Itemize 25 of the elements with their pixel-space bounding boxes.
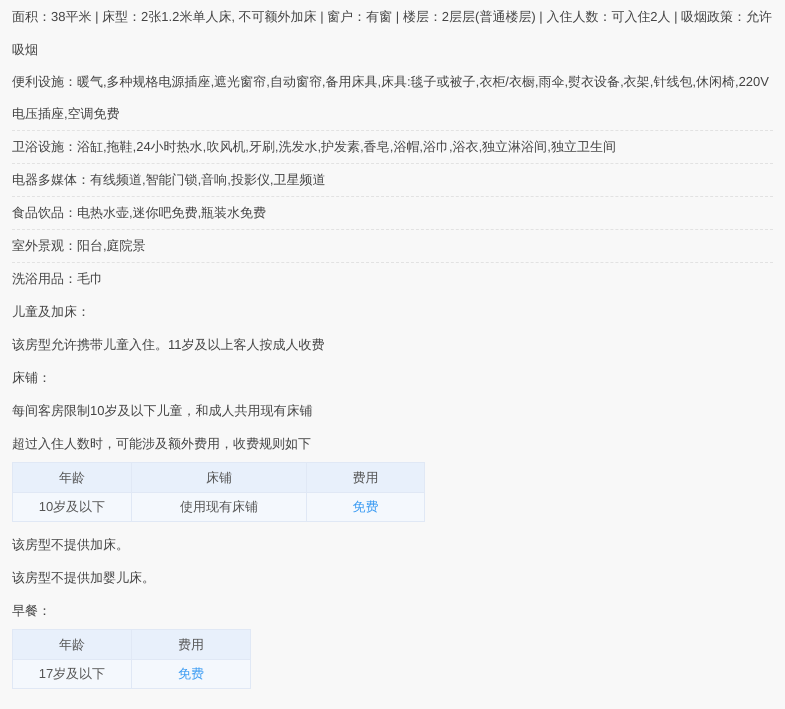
section-heading: 早餐： xyxy=(12,602,52,620)
table-cell: 免费 xyxy=(306,492,424,522)
table-cell: 使用现有床铺 xyxy=(132,492,306,522)
table-cell: 免费 xyxy=(132,660,250,688)
facility-line: 电器多媒体：有线频道,智能门锁,音响,投影仪,卫星频道 xyxy=(12,164,773,197)
table-header: 费用 xyxy=(132,630,250,660)
facility-line: 食品饮品：电热水壶,迷你吧免费,瓶装水免费 xyxy=(12,197,773,230)
table-cell: 10岁及以下 xyxy=(12,492,132,522)
policy-text: 该房型允许携带儿童入住。11岁及以上客人按成人收费 xyxy=(12,336,326,354)
policy-text: 超过入住人数时，可能涉及额外费用，收费规则如下 xyxy=(12,435,312,453)
facility-line: 室外景观：阳台,庭院景 xyxy=(12,230,773,263)
policy-text: 该房型不提供加婴儿床。 xyxy=(12,569,156,587)
section-heading: 床铺： xyxy=(12,369,52,387)
table-header: 年龄 xyxy=(12,462,132,492)
policy-text: 每间客房限制10岁及以下儿童，和成人共用现有床铺 xyxy=(12,402,314,420)
table-header: 年龄 xyxy=(12,630,132,660)
policy-text: 该房型不提供加床。 xyxy=(12,536,130,554)
table-header: 费用 xyxy=(306,462,424,492)
room-summary: 面积：38平米 | 床型：2张1.2米单人床, 不可额外加床 | 窗户：有窗 | 楼层：2层层(普通楼层) | 入住人数：可入住2人 | 吸烟政策：允许吸烟 xyxy=(12,8,773,59)
table-cell: 17岁及以下 xyxy=(12,660,132,688)
section-heading: 儿童及加床： xyxy=(12,303,91,321)
facility-line: 洗浴用品：毛巾 xyxy=(12,270,104,288)
facility-line: 卫浴设施：浴缸,拖鞋,24小时热水,吹风机,牙刷,洗发水,护发素,香皂,浴帽,浴巾,浴衣,独立淋浴间,独立卫生间 xyxy=(12,131,773,164)
facility-line: 便利设施：暖气,多种规格电源插座,遮光窗帘,自动窗帘,备用床具,床具:毯子或被子,衣柜/衣橱,雨伞,熨衣设备,衣架,针线包,休闲椅,220V电压插座,空调免费 xyxy=(12,66,773,131)
table-header: 床铺 xyxy=(132,462,306,492)
